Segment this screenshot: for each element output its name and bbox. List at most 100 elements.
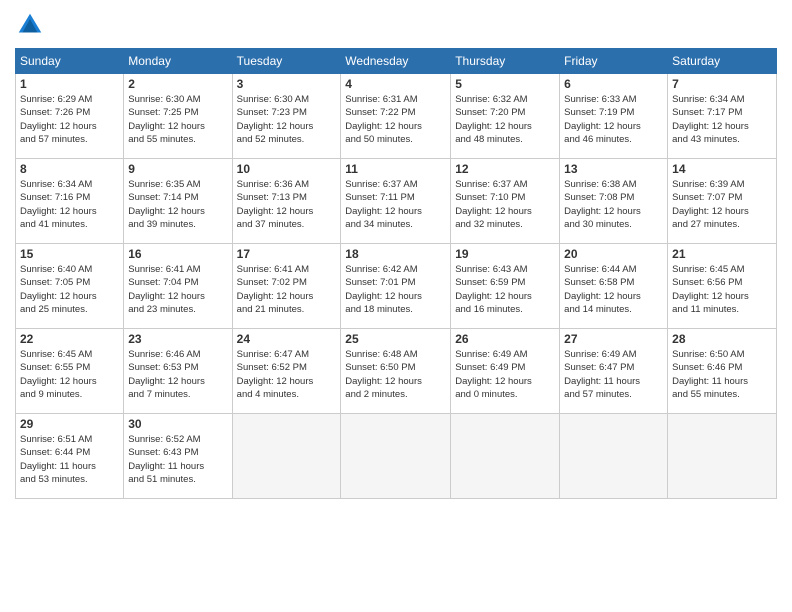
day-number: 15 bbox=[20, 247, 119, 261]
day-info: Sunrise: 6:31 AM Sunset: 7:22 PM Dayligh… bbox=[345, 93, 446, 146]
day-info: Sunrise: 6:33 AM Sunset: 7:19 PM Dayligh… bbox=[564, 93, 663, 146]
day-number: 5 bbox=[455, 77, 555, 91]
day-info: Sunrise: 6:35 AM Sunset: 7:14 PM Dayligh… bbox=[128, 178, 227, 231]
day-info: Sunrise: 6:39 AM Sunset: 7:07 PM Dayligh… bbox=[672, 178, 772, 231]
day-number: 21 bbox=[672, 247, 772, 261]
day-info: Sunrise: 6:51 AM Sunset: 6:44 PM Dayligh… bbox=[20, 433, 119, 486]
calendar-cell: 8 Sunrise: 6:34 AM Sunset: 7:16 PM Daylig… bbox=[16, 159, 124, 244]
day-info: Sunrise: 6:44 AM Sunset: 6:58 PM Dayligh… bbox=[564, 263, 663, 316]
calendar-week-row: 8 Sunrise: 6:34 AM Sunset: 7:16 PM Daylig… bbox=[16, 159, 777, 244]
day-info: Sunrise: 6:41 AM Sunset: 7:02 PM Dayligh… bbox=[237, 263, 337, 316]
day-info: Sunrise: 6:38 AM Sunset: 7:08 PM Dayligh… bbox=[564, 178, 663, 231]
day-number: 11 bbox=[345, 162, 446, 176]
logo bbox=[15, 10, 49, 40]
day-number: 22 bbox=[20, 332, 119, 346]
day-number: 19 bbox=[455, 247, 555, 261]
calendar-cell: 15 Sunrise: 6:40 AM Sunset: 7:05 PM Dayli… bbox=[16, 244, 124, 329]
calendar-week-row: 22 Sunrise: 6:45 AM Sunset: 6:55 PM Dayli… bbox=[16, 329, 777, 414]
calendar-cell: 22 Sunrise: 6:45 AM Sunset: 6:55 PM Dayli… bbox=[16, 329, 124, 414]
calendar-cell: 23 Sunrise: 6:46 AM Sunset: 6:53 PM Dayli… bbox=[124, 329, 232, 414]
calendar-cell: 3 Sunrise: 6:30 AM Sunset: 7:23 PM Daylig… bbox=[232, 74, 341, 159]
calendar-cell: 25 Sunrise: 6:48 AM Sunset: 6:50 PM Dayli… bbox=[341, 329, 451, 414]
day-number: 7 bbox=[672, 77, 772, 91]
calendar-cell bbox=[341, 414, 451, 499]
calendar-cell: 10Sunrise: 6:36 AM Sunset: 7:13 PM Dayli… bbox=[232, 159, 341, 244]
calendar-header-row: SundayMondayTuesdayWednesdayThursdayFrid… bbox=[16, 49, 777, 74]
day-info: Sunrise: 6:48 AM Sunset: 6:50 PM Dayligh… bbox=[345, 348, 446, 401]
day-number: 24 bbox=[237, 332, 337, 346]
calendar-cell: 16 Sunrise: 6:41 AM Sunset: 7:04 PM Dayli… bbox=[124, 244, 232, 329]
day-info: Sunrise: 6:30 AM Sunset: 7:25 PM Dayligh… bbox=[128, 93, 227, 146]
calendar-cell: 12 Sunrise: 6:37 AM Sunset: 7:10 PM Dayli… bbox=[451, 159, 560, 244]
day-info: Sunrise: 6:45 AM Sunset: 6:55 PM Dayligh… bbox=[20, 348, 119, 401]
day-number: 27 bbox=[564, 332, 663, 346]
day-info: Sunrise: 6:37 AM Sunset: 7:11 PM Dayligh… bbox=[345, 178, 446, 231]
calendar-cell: 30 Sunrise: 6:52 AM Sunset: 6:43 PM Dayli… bbox=[124, 414, 232, 499]
day-info: Sunrise: 6:43 AM Sunset: 6:59 PM Dayligh… bbox=[455, 263, 555, 316]
day-number: 2 bbox=[128, 77, 227, 91]
day-info: Sunrise: 6:37 AM Sunset: 7:10 PM Dayligh… bbox=[455, 178, 555, 231]
calendar-cell: 4 Sunrise: 6:31 AM Sunset: 7:22 PM Daylig… bbox=[341, 74, 451, 159]
day-number: 16 bbox=[128, 247, 227, 261]
calendar-week-row: 29 Sunrise: 6:51 AM Sunset: 6:44 PM Dayli… bbox=[16, 414, 777, 499]
day-number: 17 bbox=[237, 247, 337, 261]
day-number: 29 bbox=[20, 417, 119, 431]
calendar-day-header: Wednesday bbox=[341, 49, 451, 74]
calendar-cell bbox=[668, 414, 777, 499]
calendar-cell: 21 Sunrise: 6:45 AM Sunset: 6:56 PM Dayli… bbox=[668, 244, 777, 329]
calendar-cell: 24 Sunrise: 6:47 AM Sunset: 6:52 PM Dayli… bbox=[232, 329, 341, 414]
logo-icon bbox=[15, 10, 45, 40]
calendar-day-header: Tuesday bbox=[232, 49, 341, 74]
day-number: 26 bbox=[455, 332, 555, 346]
calendar-cell: 28 Sunrise: 6:50 AM Sunset: 6:46 PM Dayli… bbox=[668, 329, 777, 414]
calendar-cell bbox=[451, 414, 560, 499]
day-number: 28 bbox=[672, 332, 772, 346]
calendar-cell: 14 Sunrise: 6:39 AM Sunset: 7:07 PM Dayli… bbox=[668, 159, 777, 244]
calendar-day-header: Thursday bbox=[451, 49, 560, 74]
day-info: Sunrise: 6:46 AM Sunset: 6:53 PM Dayligh… bbox=[128, 348, 227, 401]
calendar-cell: 5 Sunrise: 6:32 AM Sunset: 7:20 PM Daylig… bbox=[451, 74, 560, 159]
calendar-day-header: Sunday bbox=[16, 49, 124, 74]
page: SundayMondayTuesdayWednesdayThursdayFrid… bbox=[0, 0, 792, 612]
calendar-week-row: 1Sunrise: 6:29 AM Sunset: 7:26 PM Daylig… bbox=[16, 74, 777, 159]
calendar-cell: 6Sunrise: 6:33 AM Sunset: 7:19 PM Daylig… bbox=[560, 74, 668, 159]
day-number: 12 bbox=[455, 162, 555, 176]
calendar-day-header: Friday bbox=[560, 49, 668, 74]
day-info: Sunrise: 6:41 AM Sunset: 7:04 PM Dayligh… bbox=[128, 263, 227, 316]
day-number: 23 bbox=[128, 332, 227, 346]
day-info: Sunrise: 6:49 AM Sunset: 6:49 PM Dayligh… bbox=[455, 348, 555, 401]
calendar-table: SundayMondayTuesdayWednesdayThursdayFrid… bbox=[15, 48, 777, 499]
day-number: 13 bbox=[564, 162, 663, 176]
day-info: Sunrise: 6:49 AM Sunset: 6:47 PM Dayligh… bbox=[564, 348, 663, 401]
day-info: Sunrise: 6:36 AM Sunset: 7:13 PM Dayligh… bbox=[237, 178, 337, 231]
day-info: Sunrise: 6:34 AM Sunset: 7:16 PM Dayligh… bbox=[20, 178, 119, 231]
day-info: Sunrise: 6:50 AM Sunset: 6:46 PM Dayligh… bbox=[672, 348, 772, 401]
calendar-cell: 7 Sunrise: 6:34 AM Sunset: 7:17 PM Daylig… bbox=[668, 74, 777, 159]
calendar-day-header: Monday bbox=[124, 49, 232, 74]
day-info: Sunrise: 6:45 AM Sunset: 6:56 PM Dayligh… bbox=[672, 263, 772, 316]
day-number: 25 bbox=[345, 332, 446, 346]
calendar-week-row: 15 Sunrise: 6:40 AM Sunset: 7:05 PM Dayli… bbox=[16, 244, 777, 329]
day-number: 8 bbox=[20, 162, 119, 176]
calendar-cell: 2 Sunrise: 6:30 AM Sunset: 7:25 PM Daylig… bbox=[124, 74, 232, 159]
day-number: 3 bbox=[237, 77, 337, 91]
day-info: Sunrise: 6:42 AM Sunset: 7:01 PM Dayligh… bbox=[345, 263, 446, 316]
day-info: Sunrise: 6:52 AM Sunset: 6:43 PM Dayligh… bbox=[128, 433, 227, 486]
day-number: 9 bbox=[128, 162, 227, 176]
day-number: 14 bbox=[672, 162, 772, 176]
day-info: Sunrise: 6:29 AM Sunset: 7:26 PM Dayligh… bbox=[20, 93, 119, 146]
calendar-cell: 17 Sunrise: 6:41 AM Sunset: 7:02 PM Dayli… bbox=[232, 244, 341, 329]
calendar-cell: 26 Sunrise: 6:49 AM Sunset: 6:49 PM Dayli… bbox=[451, 329, 560, 414]
calendar-cell: 27 Sunrise: 6:49 AM Sunset: 6:47 PM Dayli… bbox=[560, 329, 668, 414]
day-info: Sunrise: 6:47 AM Sunset: 6:52 PM Dayligh… bbox=[237, 348, 337, 401]
calendar-cell: 18Sunrise: 6:42 AM Sunset: 7:01 PM Dayli… bbox=[341, 244, 451, 329]
calendar-cell bbox=[560, 414, 668, 499]
calendar-cell: 19 Sunrise: 6:43 AM Sunset: 6:59 PM Dayli… bbox=[451, 244, 560, 329]
day-info: Sunrise: 6:32 AM Sunset: 7:20 PM Dayligh… bbox=[455, 93, 555, 146]
day-info: Sunrise: 6:40 AM Sunset: 7:05 PM Dayligh… bbox=[20, 263, 119, 316]
day-info: Sunrise: 6:34 AM Sunset: 7:17 PM Dayligh… bbox=[672, 93, 772, 146]
day-number: 30 bbox=[128, 417, 227, 431]
day-number: 4 bbox=[345, 77, 446, 91]
day-info: Sunrise: 6:30 AM Sunset: 7:23 PM Dayligh… bbox=[237, 93, 337, 146]
calendar-cell bbox=[232, 414, 341, 499]
